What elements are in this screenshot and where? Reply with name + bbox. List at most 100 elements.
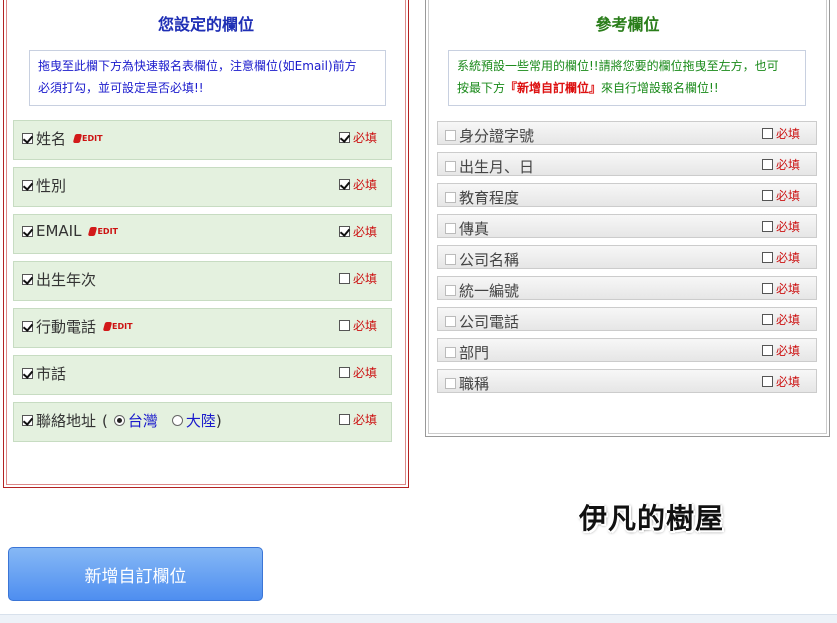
reference-row-birthday[interactable]: 出生月、日 必填 <box>437 152 817 176</box>
field-label: 聯絡地址 <box>36 412 97 430</box>
required-checkbox[interactable] <box>761 159 773 170</box>
field-label: 統一編號 <box>459 282 520 300</box>
reference-row-fax[interactable]: 傳真 必填 <box>437 214 817 238</box>
required-checkbox[interactable] <box>338 179 350 190</box>
required-checkbox[interactable] <box>761 376 773 387</box>
field-enable-checkbox[interactable] <box>445 285 456 296</box>
field-enable-checkbox[interactable] <box>445 130 456 141</box>
field-row-email[interactable]: EMAIL EDIT 必填 <box>13 214 392 254</box>
field-label: 部門 <box>459 344 490 362</box>
required-checkbox[interactable] <box>338 273 350 284</box>
field-enable-checkbox[interactable] <box>22 274 33 285</box>
required-label: 必填 <box>352 413 377 427</box>
required-label: 必填 <box>352 366 377 380</box>
field-label: EMAIL <box>36 222 82 240</box>
required-label: 必填 <box>775 220 800 234</box>
field-enable-checkbox[interactable] <box>22 225 33 237</box>
required-checkbox[interactable] <box>338 414 350 425</box>
field-enable-checkbox[interactable] <box>22 321 33 332</box>
paren-close: ) <box>215 411 222 430</box>
required-checkbox[interactable] <box>761 190 773 201</box>
required-checkbox[interactable] <box>761 283 773 294</box>
required-label: 必填 <box>775 189 800 203</box>
field-label: 出生年次 <box>36 271 97 289</box>
reference-fields-notice: 系統預設一些常用的欄位!!請將您要的欄位拖曳至左方，也可 按最下方『新增自訂欄位… <box>448 50 806 106</box>
radio-taiwan-label: 台灣 <box>127 412 158 430</box>
field-label: 市話 <box>36 365 67 383</box>
required-checkbox[interactable] <box>338 367 350 378</box>
reference-row-company-phone[interactable]: 公司電話 必填 <box>437 307 817 331</box>
notice-line-1: 拖曳至此欄下方為快速報名表欄位，注意欄位(如Email)前方 <box>38 59 357 73</box>
required-label: 必填 <box>352 319 377 333</box>
selected-fields-notice: 拖曳至此欄下方為快速報名表欄位，注意欄位(如Email)前方 必須打勾，並可設定… <box>29 50 386 106</box>
notice-line-1: 系統預設一些常用的欄位!!請將您要的欄位拖曳至左方，也可 <box>457 59 779 73</box>
required-checkbox[interactable] <box>761 345 773 356</box>
field-label: 公司電話 <box>459 313 520 331</box>
required-label: 必填 <box>775 375 800 389</box>
reference-row-department[interactable]: 部門 必填 <box>437 338 817 362</box>
watermark: 伊凡的樹屋 <box>579 502 725 535</box>
field-label: 公司名稱 <box>459 251 520 269</box>
field-row-phone[interactable]: 市話 必填 <box>13 355 392 395</box>
notice-text-end: 來自行增設報名欄位!! <box>601 81 719 95</box>
required-label: 必填 <box>775 251 800 265</box>
required-label: 必填 <box>352 225 377 239</box>
edit-field-button[interactable]: EDIT <box>88 226 118 236</box>
required-label: 必填 <box>352 131 377 145</box>
field-enable-checkbox[interactable] <box>445 192 456 203</box>
notice-text: 按最下方 <box>457 81 506 95</box>
radio-mainland[interactable] <box>171 415 183 426</box>
field-enable-checkbox[interactable] <box>22 368 33 379</box>
edit-field-button[interactable]: EDIT <box>102 322 133 331</box>
required-checkbox[interactable] <box>761 314 773 325</box>
required-label: 必填 <box>352 272 377 286</box>
reference-row-education[interactable]: 教育程度 必填 <box>437 183 817 207</box>
pencil-icon <box>88 226 98 236</box>
field-row-name[interactable]: 姓名 EDIT 必填 <box>13 120 392 160</box>
field-row-birth-year[interactable]: 出生年次 必填 <box>13 261 392 301</box>
field-label: 姓名 <box>36 130 67 148</box>
selected-fields-title: 您設定的欄位 <box>157 15 254 34</box>
field-row-gender[interactable]: 性別 必填 <box>13 167 392 207</box>
reference-fields-title: 參考欄位 <box>595 15 660 34</box>
required-checkbox[interactable] <box>761 221 773 232</box>
edit-field-button[interactable]: EDIT <box>72 134 103 143</box>
field-enable-checkbox[interactable] <box>445 254 456 265</box>
required-checkbox[interactable] <box>761 252 773 263</box>
field-enable-checkbox[interactable] <box>445 161 456 172</box>
field-label: 傳真 <box>459 220 490 238</box>
field-enable-checkbox[interactable] <box>445 347 456 358</box>
field-label: 教育程度 <box>459 189 520 207</box>
field-enable-checkbox[interactable] <box>22 133 33 144</box>
field-enable-checkbox[interactable] <box>445 378 456 389</box>
field-enable-checkbox[interactable] <box>22 415 33 426</box>
required-label: 必填 <box>775 127 800 141</box>
required-checkbox[interactable] <box>338 226 350 237</box>
paren-open: ( <box>102 411 108 430</box>
reference-row-tax-id[interactable]: 統一編號 必填 <box>437 276 817 300</box>
field-enable-checkbox[interactable] <box>445 223 456 234</box>
required-checkbox[interactable] <box>761 128 773 139</box>
reference-row-id-number[interactable]: 身分證字號 必填 <box>437 121 817 145</box>
reference-row-company-name[interactable]: 公司名稱 必填 <box>437 245 817 269</box>
notice-highlight: 『新增自訂欄位』 <box>505 81 602 95</box>
field-label: 身分證字號 <box>459 127 535 145</box>
radio-mainland-label: 大陸 <box>185 412 216 430</box>
field-enable-checkbox[interactable] <box>22 180 33 191</box>
required-checkbox[interactable] <box>338 320 350 331</box>
required-label: 必填 <box>352 178 377 192</box>
reference-row-job-title[interactable]: 職稱 必填 <box>437 369 817 393</box>
field-label: 出生月、日 <box>459 158 535 176</box>
radio-taiwan[interactable] <box>113 415 125 426</box>
field-label: 行動電話 <box>36 318 97 336</box>
required-label: 必填 <box>775 344 800 358</box>
field-row-address[interactable]: 聯絡地址 ( 台灣 大陸 ) 必填 <box>13 402 392 442</box>
field-row-mobile[interactable]: 行動電話 EDIT 必填 <box>13 308 392 348</box>
required-checkbox[interactable] <box>338 132 350 143</box>
pencil-icon <box>72 134 83 143</box>
notice-line-2: 必須打勾，並可設定是否必填!! <box>38 81 204 95</box>
field-enable-checkbox[interactable] <box>445 316 456 327</box>
add-custom-field-button[interactable]: 新增自訂欄位 <box>8 547 263 601</box>
required-label: 必填 <box>775 313 800 327</box>
required-label: 必填 <box>775 282 800 296</box>
